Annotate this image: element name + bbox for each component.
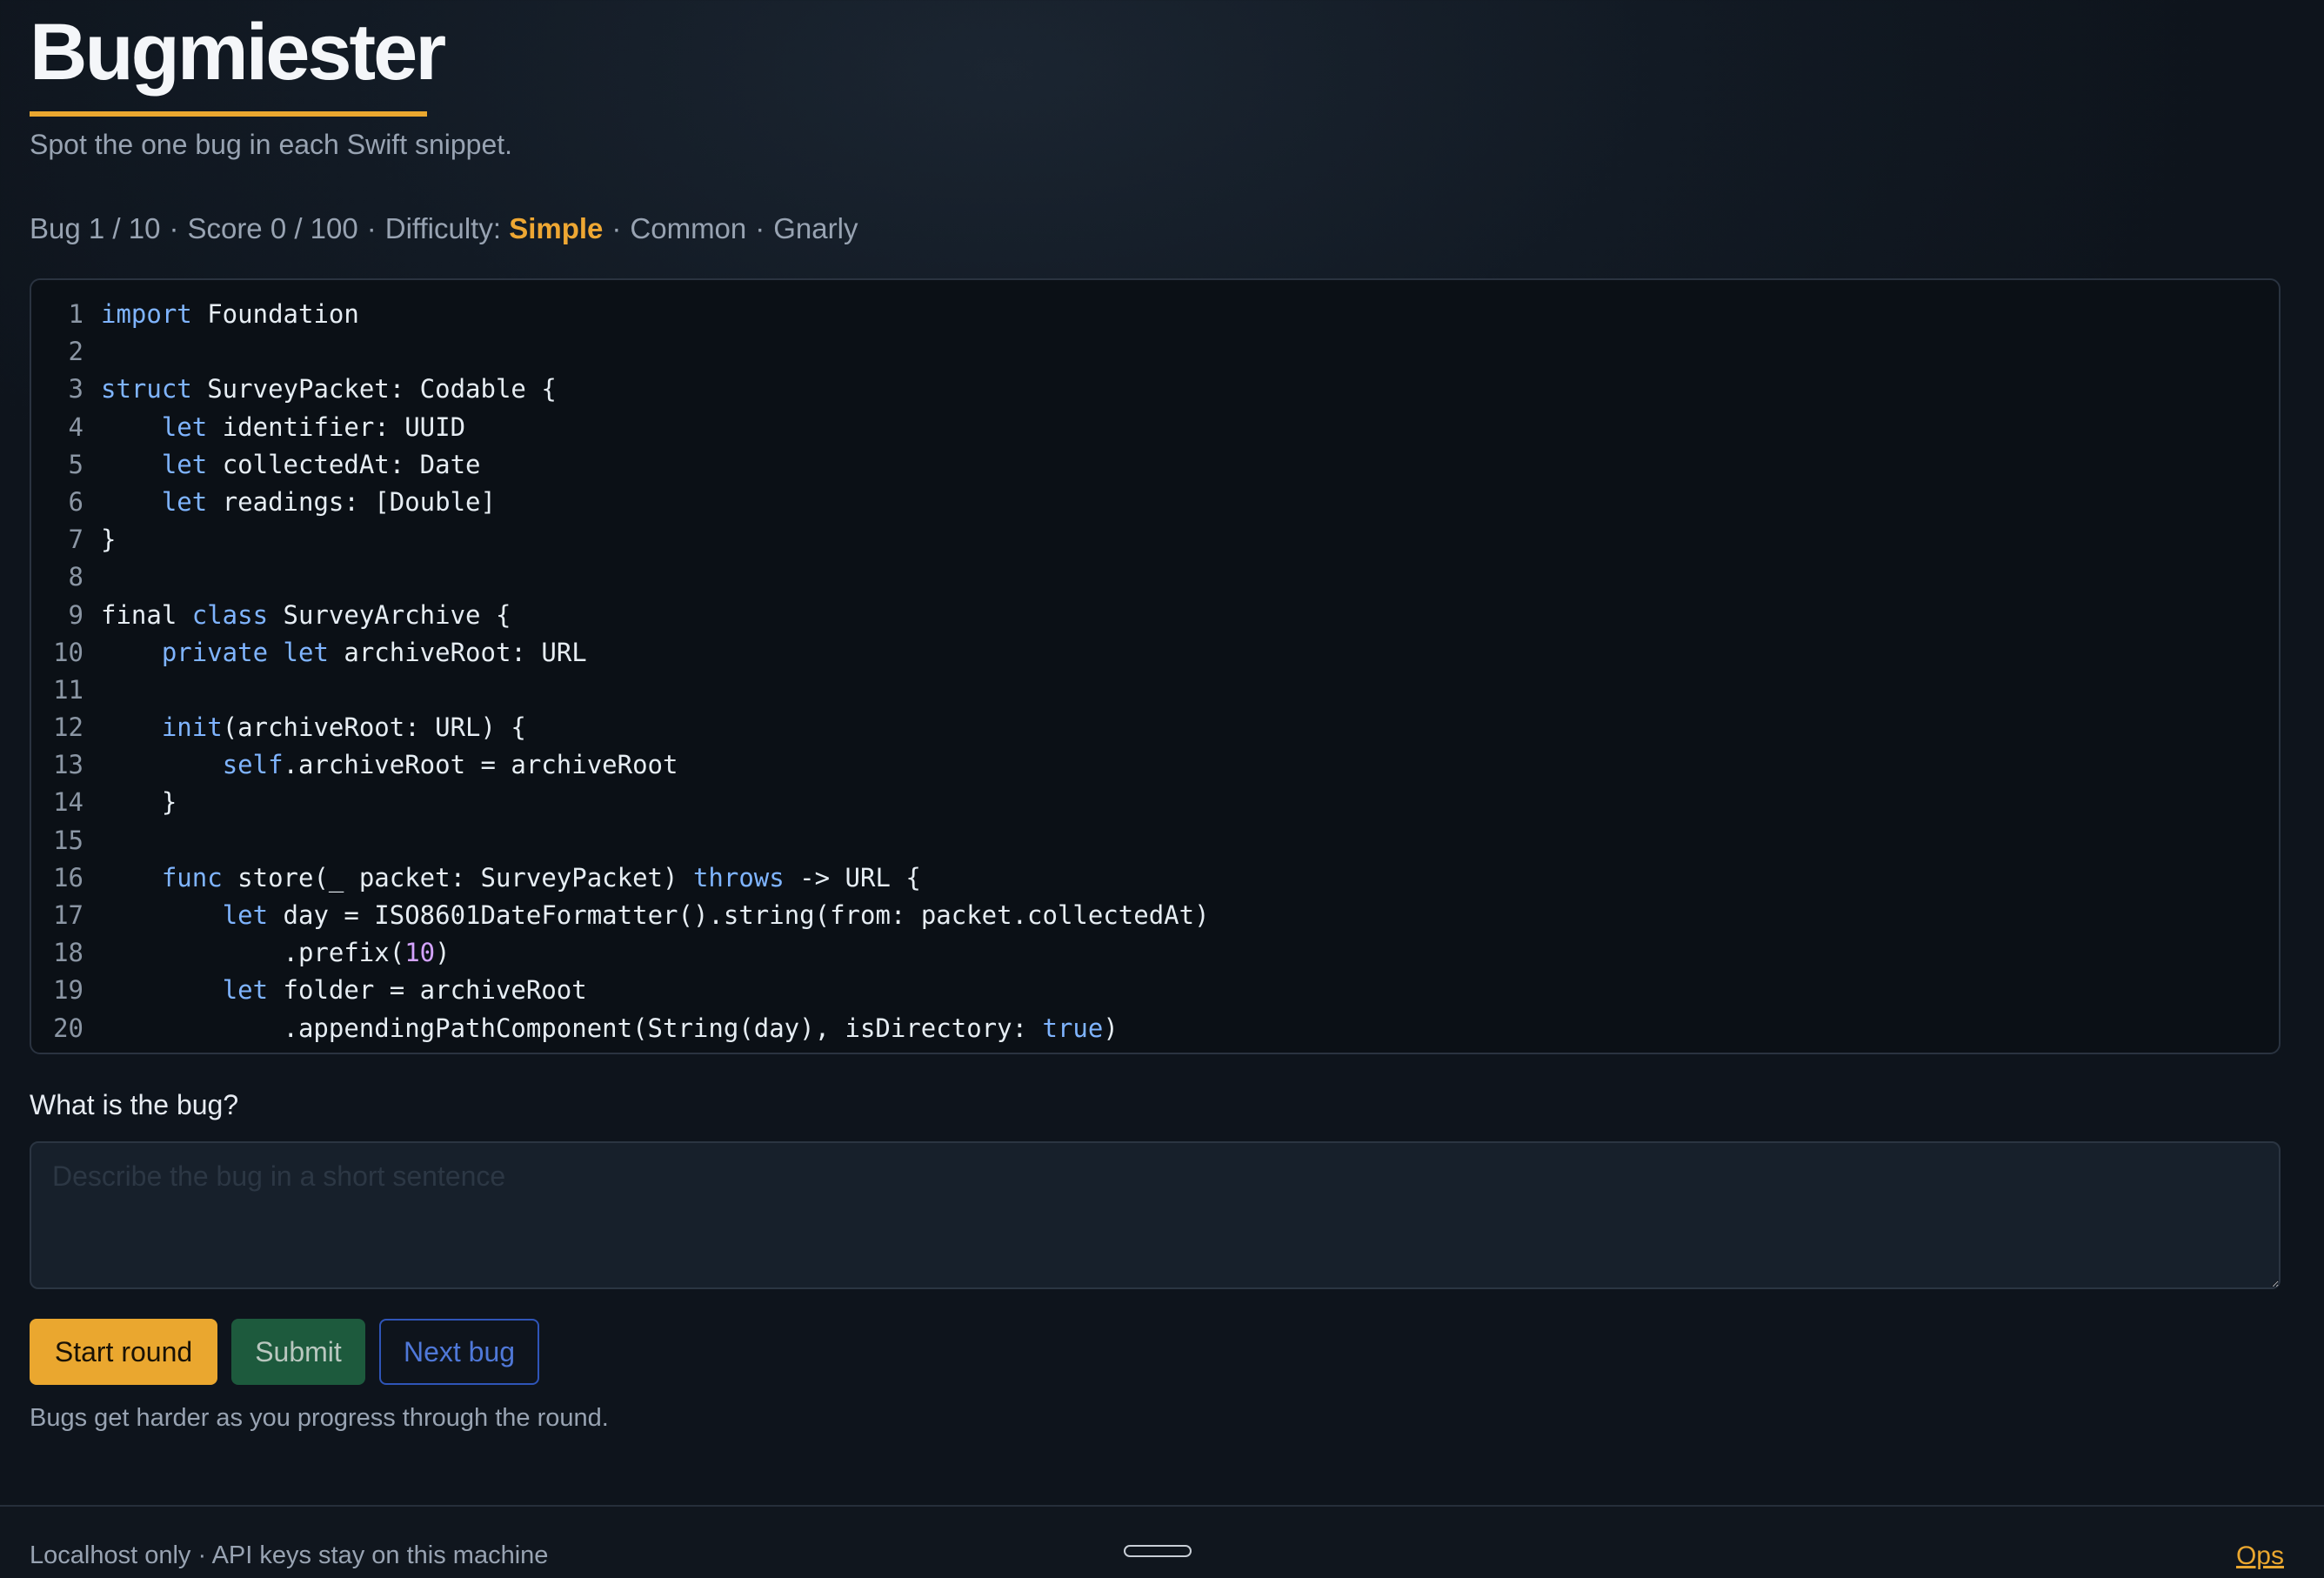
line-number: 4 [68,411,83,442]
code-line: 16 func store(_ packet: SurveyPacket) th… [31,859,1210,897]
line-code: let identifier: UUID [161,411,466,442]
start-round-button[interactable]: Start round [30,1319,217,1385]
line-number: 9 [68,599,83,630]
line-number: 20 [53,1013,83,1043]
line-code: let day = ISO8601DateFormatter().string(… [222,900,1210,930]
difficulty-common[interactable]: Common [630,212,746,244]
code-line: 5 let collectedAt: Date [31,446,1210,484]
line-code: import Foundation [101,299,359,329]
code-line: 3 struct SurveyPacket: Codable { [31,371,1210,408]
line-number: 5 [68,449,83,479]
code-line: 13 self.archiveRoot = archiveRoot [31,746,1210,784]
line-number: 10 [53,637,83,667]
line-number: 13 [53,750,83,780]
line-number: 17 [53,900,83,930]
code-line: 20 .appendingPathComponent(String(day), … [31,1010,1210,1047]
line-code: struct SurveyPacket: Codable { [101,374,557,405]
line-code: let folder = archiveRoot [222,975,587,1006]
line-code: let readings: [Double] [161,486,496,517]
line-code: } [101,525,117,555]
page-title: Bugmiester [30,5,446,117]
difficulty-label: Difficulty: [384,212,502,244]
code-line: 14 } [31,784,1210,821]
code-line: 4 let identifier: UUID [31,409,1210,446]
difficulty-simple[interactable]: Simple [509,212,603,244]
code-line: 12 init(archiveRoot: URL) { [31,709,1210,746]
separator: · [755,212,765,244]
line-number: 1 [68,299,83,329]
line-code: let collectedAt: Date [161,449,481,479]
page-subtitle: Spot the one bug in each Swift snippet. [30,129,513,160]
line-number: 11 [53,674,83,705]
line-code: } [101,787,177,818]
line-number: 2 [68,337,83,367]
footer-note: Localhost only · API keys stay on this m… [30,1541,549,1569]
code-line: 19 let folder = archiveRoot [31,972,1210,1009]
bug-description-input[interactable] [30,1141,2281,1289]
line-number: 7 [68,525,83,555]
code-line: 7} [31,521,1210,558]
line-code: self.archiveRoot = archiveRoot [222,750,678,780]
bug-progress: Bug 1 / 10 [30,212,161,244]
separator: · [169,212,179,244]
line-number: 15 [53,825,83,855]
round-status: Bug 1 / 10 · Score 0 / 100 · Difficulty: Sim… [30,212,858,245]
line-number: 14 [53,787,83,818]
separator: · [366,212,377,244]
footer: Localhost only · API keys stay on this m… [0,1505,2324,1578]
line-code: .appendingPathComponent(String(day), isD… [101,1013,1119,1043]
drag-handle[interactable] [1124,1545,1192,1557]
score: Score 0 / 100 [187,212,358,244]
code-line: 18 .prefix(10) [31,934,1210,972]
line-code: final class SurveyArchive { [101,599,511,630]
line-number: 19 [53,975,83,1006]
code-line: 8 [31,558,1210,596]
code-lines: 1 import Foundation 2 3 struct SurveyPacket:… [31,296,1210,1047]
line-number: 18 [53,938,83,968]
line-number: 6 [68,486,83,517]
ops-link[interactable]: Ops [2236,1541,2284,1571]
code-line: 2 [31,333,1210,371]
line-number: 8 [68,562,83,592]
round-hint: Bugs get harder as you progress through … [30,1404,609,1432]
code-line: 1 import Foundation [31,296,1210,333]
line-code: func store(_ packet: SurveyPacket) throw… [161,862,921,893]
code-line: 15 [31,822,1210,859]
next-bug-button[interactable]: Next bug [379,1319,539,1385]
line-number: 12 [53,712,83,743]
line-number: 16 [53,862,83,893]
difficulty-gnarly[interactable]: Gnarly [773,212,858,244]
code-line: 11 [31,672,1210,709]
line-code: .prefix(10) [101,938,451,968]
separator: · [611,212,622,244]
code-line: 10 private let archiveRoot: URL [31,634,1210,672]
line-code: init(archiveRoot: URL) { [161,712,526,743]
code-snippet-panel: 1 import Foundation 2 3 struct SurveyPacket:… [30,278,2281,1054]
submit-button[interactable]: Submit [231,1319,365,1385]
code-line: 9 final class SurveyArchive { [31,597,1210,634]
bug-question-label: What is the bug? [30,1089,239,1120]
code-line: 17 let day = ISO8601DateFormatter().stri… [31,897,1210,934]
line-code: private let archiveRoot: URL [161,637,587,667]
line-number: 3 [68,374,83,405]
code-line: 6 let readings: [Double] [31,484,1210,521]
